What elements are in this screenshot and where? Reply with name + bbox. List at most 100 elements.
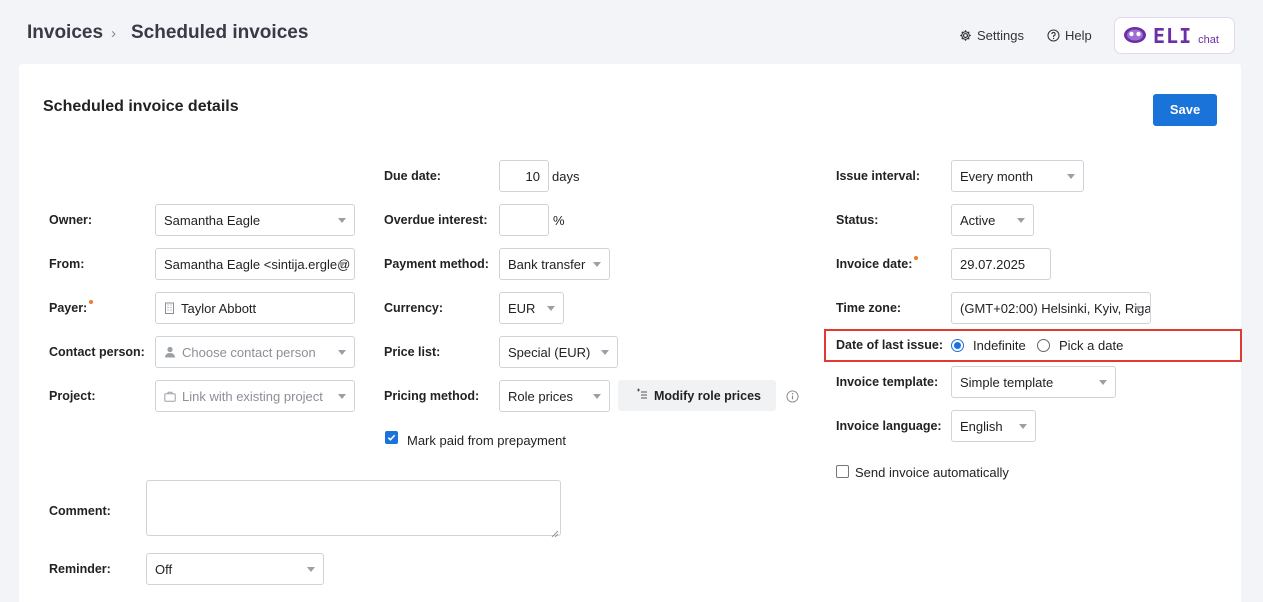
- chevron-down-icon: [1099, 380, 1107, 385]
- chevron-down-icon: [338, 394, 346, 399]
- chevron-down-icon: [338, 218, 346, 223]
- comment-textarea[interactable]: [146, 480, 561, 536]
- save-button[interactable]: Save: [1153, 94, 1217, 126]
- chevron-down-icon: [1067, 174, 1075, 179]
- contact-person-select[interactable]: Choose contact person: [155, 336, 355, 368]
- time-zone-select[interactable]: (GMT+02:00) Helsinki, Kyiv, Riga: [951, 292, 1151, 324]
- resize-handle-icon[interactable]: [551, 526, 559, 541]
- robot-face-icon: [1123, 24, 1147, 47]
- from-value: Samantha Eagle <sintija.ergle@: [164, 256, 351, 272]
- price-list-label: Price list:: [384, 345, 441, 359]
- issue-interval-value: Every month: [960, 168, 1033, 184]
- send-automatically-checkbox[interactable]: [836, 465, 849, 478]
- chevron-down-icon: [547, 306, 555, 311]
- chevron-down-icon: [601, 350, 609, 355]
- payer-label: Payer:: [49, 300, 94, 315]
- modify-role-prices-label: Modify role prices: [654, 388, 761, 403]
- help-link[interactable]: Help: [1047, 28, 1092, 43]
- indefinite-radio[interactable]: [951, 339, 964, 352]
- eli-chat-button[interactable]: ELI chat: [1114, 17, 1235, 54]
- required-indicator: [914, 256, 919, 260]
- project-placeholder: Link with existing project: [182, 388, 323, 404]
- breadcrumb-invoices[interactable]: Invoices: [27, 22, 103, 44]
- invoice-template-select[interactable]: Simple template: [951, 366, 1116, 398]
- invoice-language-label: Invoice language:: [836, 419, 942, 433]
- project-select[interactable]: Link with existing project: [155, 380, 355, 412]
- time-zone-label: Time zone:: [836, 301, 902, 315]
- due-date-label: Due date:: [384, 169, 441, 183]
- modify-role-prices-button[interactable]: Modify role prices: [618, 380, 776, 411]
- payer-field[interactable]: Taylor Abbott: [155, 292, 355, 324]
- chevron-down-icon: [338, 350, 346, 355]
- due-date-value: 10: [525, 168, 540, 184]
- mark-paid-checkbox[interactable]: [385, 431, 398, 444]
- invoice-date-value: 29.07.2025: [960, 256, 1026, 272]
- list-edit-icon: [636, 388, 648, 403]
- status-value: Active: [960, 212, 996, 228]
- payment-method-label: Payment method:: [384, 257, 489, 271]
- from-select[interactable]: Samantha Eagle <sintija.ergle@: [155, 248, 355, 280]
- page-title: Scheduled invoice details: [43, 98, 239, 115]
- price-list-value: Special (EUR): [508, 344, 591, 360]
- pricing-method-label: Pricing method:: [384, 389, 480, 403]
- payer-value: Taylor Abbott: [181, 300, 257, 316]
- invoice-language-value: English: [960, 418, 1003, 434]
- comment-label: Comment:: [49, 504, 111, 518]
- overdue-interest-label: Overdue interest:: [384, 213, 488, 227]
- reminder-value: Off: [155, 561, 173, 577]
- invoice-date-input[interactable]: 29.07.2025: [951, 248, 1051, 280]
- chevron-down-icon: [1017, 218, 1025, 223]
- project-label: Project:: [49, 389, 96, 403]
- currency-label: Currency:: [384, 301, 444, 315]
- payment-method-value: Bank transfer: [508, 256, 586, 272]
- info-icon[interactable]: [786, 390, 799, 406]
- settings-label: Settings: [977, 28, 1024, 43]
- building-icon: [164, 302, 175, 314]
- chevron-down-icon: [307, 567, 315, 572]
- chevron-down-icon: [1019, 424, 1027, 429]
- issue-interval-select[interactable]: Every month: [951, 160, 1084, 192]
- due-date-unit: days: [552, 169, 580, 184]
- reminder-select[interactable]: Off: [146, 553, 324, 585]
- settings-link[interactable]: Settings: [959, 28, 1024, 43]
- price-list-select[interactable]: Special (EUR): [499, 336, 618, 368]
- eli-logo-text: ELI: [1153, 23, 1193, 48]
- chevron-down-icon: [338, 262, 346, 267]
- date-of-last-issue-label: Date of last issue:: [836, 338, 943, 352]
- issue-interval-label: Issue interval:: [836, 169, 921, 183]
- required-indicator: [89, 300, 94, 304]
- chevron-down-icon: [1134, 306, 1142, 311]
- currency-select[interactable]: EUR: [499, 292, 564, 324]
- mark-paid-label: Mark paid from prepayment: [407, 433, 566, 448]
- status-label: Status:: [836, 213, 879, 227]
- gear-icon: [959, 29, 972, 42]
- overdue-interest-unit: %: [553, 213, 565, 228]
- owner-label: Owner:: [49, 213, 93, 227]
- payment-method-select[interactable]: Bank transfer: [499, 248, 610, 280]
- overdue-interest-input[interactable]: [499, 204, 549, 236]
- invoice-language-select[interactable]: English: [951, 410, 1036, 442]
- person-icon: [164, 346, 176, 358]
- breadcrumb-separator: ›: [111, 25, 116, 42]
- eli-logo-sub: chat: [1198, 33, 1219, 46]
- radio-dot: [954, 342, 961, 349]
- owner-select[interactable]: Samantha Eagle: [155, 204, 355, 236]
- pick-a-date-label: Pick a date: [1059, 338, 1124, 353]
- contact-person-label: Contact person:: [49, 345, 145, 359]
- breadcrumb-current: Scheduled invoices: [131, 22, 309, 43]
- invoice-date-label: Invoice date:: [836, 256, 919, 271]
- pick-a-date-radio[interactable]: [1037, 339, 1050, 352]
- help-label: Help: [1065, 28, 1092, 43]
- owner-value: Samantha Eagle: [164, 212, 261, 228]
- indefinite-label: Indefinite: [973, 338, 1026, 353]
- invoice-template-label: Invoice template:: [836, 375, 939, 389]
- status-select[interactable]: Active: [951, 204, 1034, 236]
- due-date-input[interactable]: 10: [499, 160, 549, 192]
- pricing-method-select[interactable]: Role prices: [499, 380, 610, 412]
- question-circle-icon: [1047, 29, 1060, 42]
- chevron-down-icon: [593, 394, 601, 399]
- time-zone-value: (GMT+02:00) Helsinki, Kyiv, Riga: [960, 300, 1150, 316]
- briefcase-icon: [164, 391, 176, 402]
- chevron-down-icon: [593, 262, 601, 267]
- from-label: From:: [49, 257, 85, 271]
